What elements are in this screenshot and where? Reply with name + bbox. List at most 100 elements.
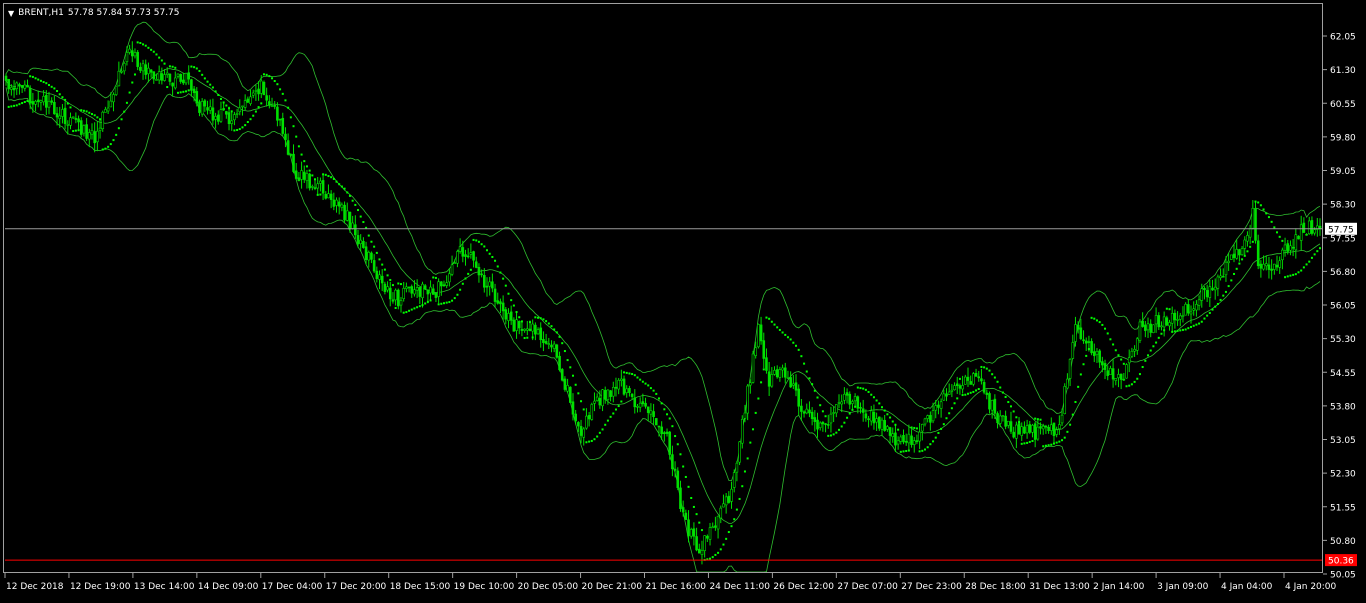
sar-dot (163, 62, 166, 65)
sar-dot (553, 328, 556, 331)
sar-dot (201, 73, 204, 76)
candle-body (907, 433, 911, 444)
sar-dot (257, 106, 260, 109)
sar-dot (695, 513, 698, 516)
triangle-down-icon[interactable]: ▼ (8, 9, 14, 18)
candle-body (681, 507, 685, 513)
candle-body (235, 113, 239, 115)
candle-body (835, 404, 838, 414)
candle-body (663, 432, 666, 434)
sar-dot (512, 304, 515, 307)
candle-body (39, 100, 43, 103)
sar-dot (1187, 327, 1190, 330)
candle-body (555, 344, 559, 358)
candle-body (1197, 299, 1201, 306)
sar-dot (190, 65, 193, 68)
candle-body (1041, 425, 1045, 430)
candle-body (1195, 304, 1198, 311)
candle-body (595, 396, 599, 401)
sar-dot (894, 423, 897, 426)
sar-dot (786, 336, 789, 339)
candle-body (617, 379, 620, 390)
sar-dot (631, 373, 634, 376)
candle-body (894, 432, 897, 446)
sar-dot (942, 423, 945, 426)
sar-dot (534, 316, 537, 319)
candle-body (676, 470, 680, 488)
sar-dot (816, 396, 819, 399)
candle-body (633, 397, 637, 408)
sar-dot (432, 276, 435, 279)
price-chart[interactable]: 62.05 61.30 60.55 59.80 59.05 58.30 57.55 56.80… (0, 0, 1366, 599)
candle-body (512, 319, 516, 332)
sar-dot (657, 397, 660, 400)
candle-body (1025, 425, 1029, 434)
sar-dot (193, 66, 196, 69)
sar-dot (319, 193, 322, 196)
sar-dot (993, 376, 996, 379)
candle-body (302, 171, 306, 180)
chart-label[interactable]: ▼ BRENT,H1 57.78 57.84 57.73 57.75 (8, 8, 180, 18)
sar-dot (1155, 341, 1158, 344)
candle-body (93, 131, 96, 144)
candle-body (1146, 323, 1150, 331)
sar-dot (1063, 436, 1066, 439)
sar-dot (343, 187, 346, 190)
candle-body (18, 84, 21, 86)
candle-body (311, 186, 314, 188)
sar-dot (633, 374, 636, 377)
chart-window[interactable]: 62.05 61.30 60.55 59.80 59.05 58.30 57.55 56.80… (0, 0, 1366, 599)
candle-body (96, 130, 99, 143)
candle-body (1068, 359, 1072, 379)
candle-body (1235, 248, 1238, 259)
candle-body (1221, 275, 1225, 278)
candle-body (517, 321, 521, 329)
sar-dot (754, 411, 757, 414)
sar-dot (956, 397, 959, 400)
sar-dot (606, 419, 609, 422)
sar-dot (727, 531, 730, 534)
sar-dot (421, 304, 424, 307)
sar-dot (738, 497, 741, 500)
candle-body (1254, 208, 1257, 241)
candle-body (257, 88, 260, 95)
sar-dot (338, 183, 341, 186)
sar-dot (354, 203, 357, 206)
sar-dot (1149, 349, 1152, 352)
candle-body (329, 193, 333, 200)
sar-dot (749, 441, 752, 444)
sar-dot (899, 450, 902, 453)
candle-body (206, 107, 209, 111)
sar-dot (996, 380, 999, 383)
sar-dot (523, 337, 526, 340)
sar-dot (351, 199, 354, 202)
sar-dot (230, 110, 233, 113)
sar-dot (1020, 442, 1023, 445)
candle-body (797, 388, 800, 407)
candle-body (539, 327, 543, 341)
candle-body (114, 85, 118, 95)
sar-dot (752, 428, 755, 431)
sar-dot (671, 425, 674, 428)
candle-body (1248, 228, 1252, 238)
candle-body (816, 419, 819, 430)
sar-dot (832, 433, 835, 436)
x-tick-label: 21 Dec 16:00 (646, 582, 707, 592)
candle-body (1009, 421, 1013, 432)
candle-body (340, 204, 344, 208)
candle-body (343, 204, 346, 221)
candle-body (450, 264, 454, 275)
sar-dot (932, 440, 935, 443)
candle-body (130, 50, 134, 57)
candle-body (714, 525, 717, 528)
sar-dot (824, 415, 827, 418)
candle-body (434, 292, 438, 298)
candle-body (1154, 315, 1158, 325)
sar-dot (609, 415, 612, 418)
candle-body (284, 133, 287, 140)
sar-dot (461, 282, 464, 285)
candle-body (1243, 239, 1247, 249)
sar-dot (246, 121, 249, 124)
sar-dot (991, 373, 994, 376)
sar-dot (1267, 216, 1270, 219)
